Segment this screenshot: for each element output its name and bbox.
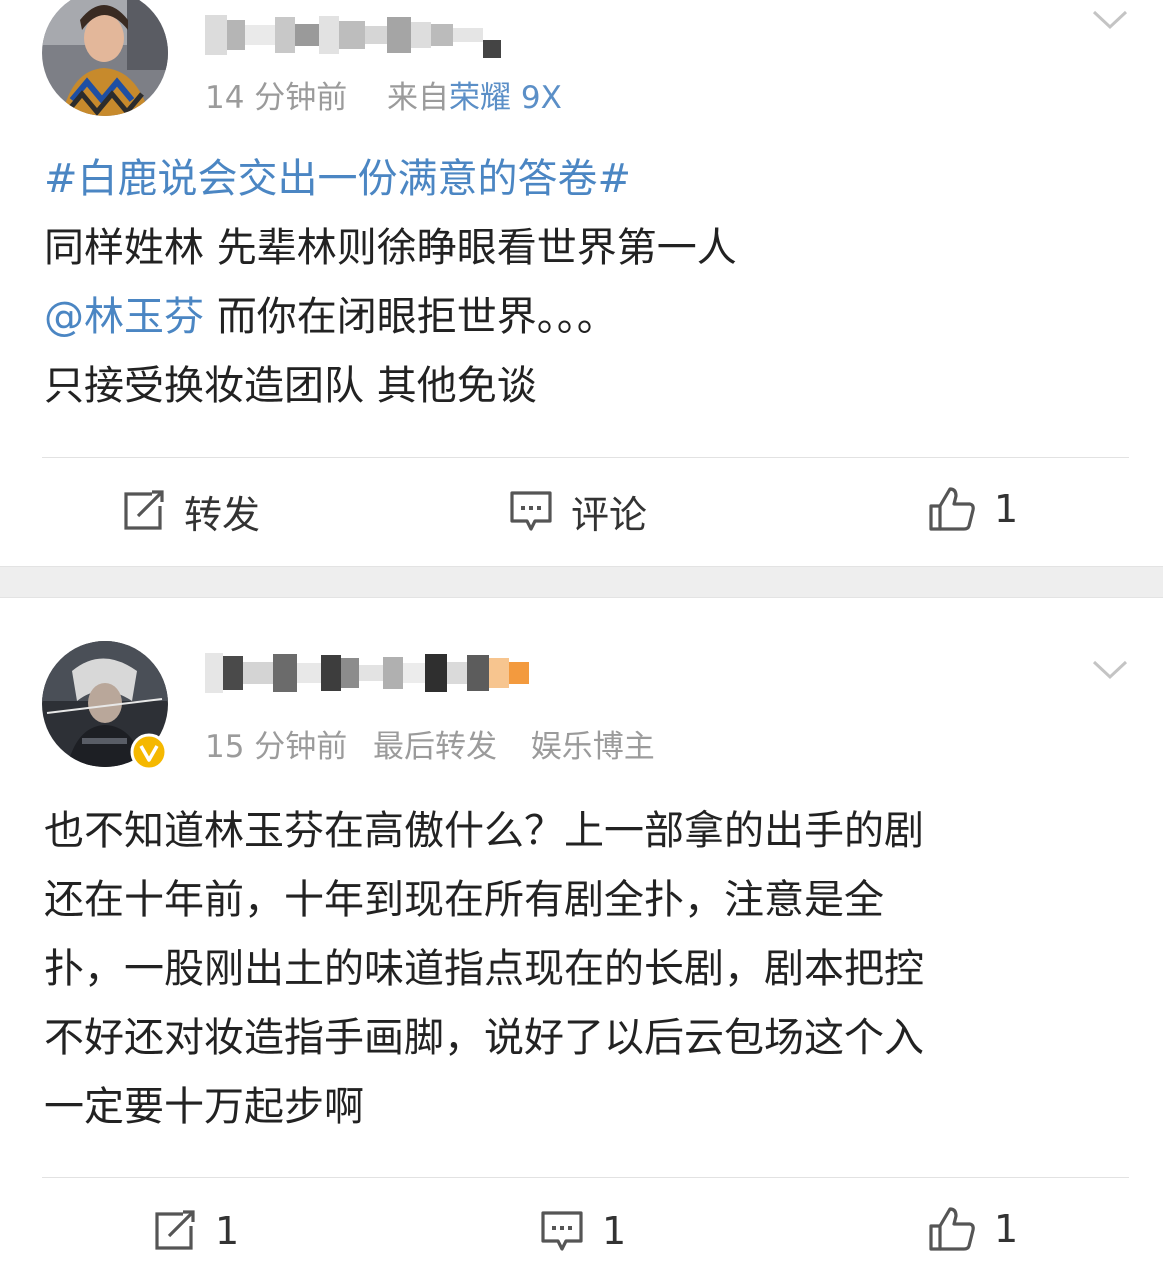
post-line: 还在十年前，十年到现在所有剧全扑，注意是全 — [44, 877, 884, 923]
weibo-post-2: 15 分钟前 最后转发 娱乐博主 也不知道林玉芬在高傲什么？上一部拿的出手的剧 … — [0, 598, 1163, 1288]
chevron-down-icon[interactable] — [1091, 8, 1129, 32]
divider — [42, 457, 1129, 458]
repost-count: 1 — [215, 1209, 240, 1253]
post-meta: 15 分钟前 最后转发 娱乐博主 — [205, 721, 655, 766]
repost-button[interactable]: 1 — [153, 1206, 239, 1256]
repost-icon — [124, 490, 164, 530]
avatar[interactable] — [42, 0, 168, 116]
weibo-post-1: 14 分钟前 来自荣耀 9X #白鹿说会交出一份满意的答卷# 同样姓林 先辈林则… — [0, 0, 1163, 566]
post-line: 也不知道林玉芬在高傲什么？上一部拿的出手的剧 — [44, 808, 924, 854]
post-line: 不好还对妆造指手画脚，说好了以后云包场这个入 — [44, 1015, 924, 1061]
comment-count: 1 — [602, 1209, 627, 1253]
repost-label: 转发 — [184, 492, 261, 537]
post-time: 15 分钟前 — [205, 729, 348, 765]
author-badge-text: 娱乐博主 — [530, 729, 655, 765]
post-source-device[interactable]: 荣耀 9X — [449, 80, 562, 116]
comment-label: 评论 — [571, 492, 648, 537]
verified-badge-icon — [130, 733, 168, 771]
comment-icon — [541, 1211, 583, 1251]
post-line: 同样姓林 先辈林则徐睁眼看世界第一人 — [44, 225, 737, 271]
post-line: 扑，一股刚出土的味道指点现在的长剧，剧本把控 — [44, 946, 924, 992]
comment-button[interactable]: 1 — [540, 1206, 626, 1256]
post-time: 14 分钟前 — [205, 80, 348, 116]
repost-icon — [155, 1210, 195, 1250]
mention-link[interactable]: @林玉芬 — [44, 294, 204, 340]
post-meta: 14 分钟前 来自荣耀 9X — [205, 72, 562, 117]
username-redacted[interactable] — [205, 12, 501, 58]
post-extra: 最后转发 — [373, 729, 498, 765]
post-separator — [0, 566, 1163, 598]
repost-button[interactable]: 转发 — [122, 486, 261, 537]
like-icon — [929, 487, 975, 531]
post-line: 只接受换妆造团队 其他免谈 — [44, 363, 537, 409]
like-icon — [929, 1207, 975, 1251]
post-body: 也不知道林玉芬在高傲什么？上一部拿的出手的剧 还在十年前，十年到现在所有剧全扑，… — [44, 797, 1103, 1142]
post-source-prefix: 来自 — [387, 80, 450, 116]
like-count: 1 — [994, 487, 1019, 531]
comment-button[interactable]: 评论 — [509, 486, 648, 537]
post-body: #白鹿说会交出一份满意的答卷# 同样姓林 先辈林则徐睁眼看世界第一人 @林玉芬 … — [44, 145, 1103, 421]
post-line: 一定要十万起步啊 — [44, 1084, 364, 1130]
like-button[interactable]: 1 — [928, 484, 1018, 534]
chevron-down-icon[interactable] — [1091, 658, 1129, 682]
post-line: 而你在闭眼拒世界。。。 — [204, 294, 617, 340]
like-count: 1 — [994, 1207, 1019, 1251]
username-redacted[interactable] — [205, 650, 529, 696]
like-button[interactable]: 1 — [928, 1204, 1018, 1254]
divider — [42, 1177, 1129, 1178]
hashtag-link[interactable]: #白鹿说会交出一份满意的答卷# — [44, 145, 1103, 214]
comment-icon — [510, 491, 552, 531]
